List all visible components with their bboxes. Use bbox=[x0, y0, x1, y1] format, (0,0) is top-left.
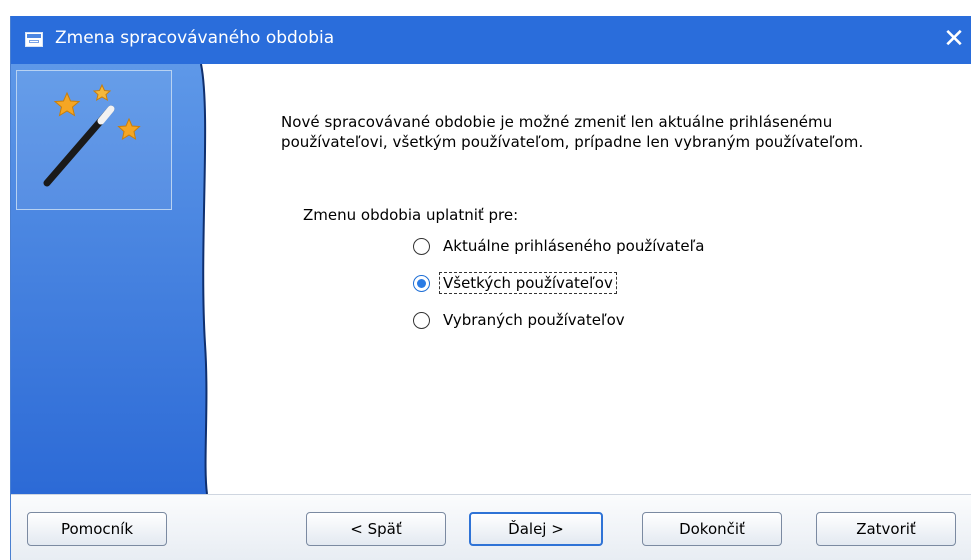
radio-all-users[interactable]: Všetkých používateľov bbox=[413, 271, 617, 295]
radio-label[interactable]: Aktuálne prihláseného používateľa bbox=[439, 235, 708, 257]
close-icon[interactable]: ✕ bbox=[937, 22, 971, 56]
radio-button[interactable] bbox=[413, 311, 430, 329]
radio-selected-users[interactable]: Vybraných používateľov bbox=[413, 308, 629, 332]
magic-wand-icon bbox=[16, 70, 172, 210]
radio-label[interactable]: Všetkých používateľov bbox=[439, 272, 617, 294]
description-line: Nové spracovávané obdobie je možné zmeni… bbox=[281, 113, 833, 131]
option-group-label: Zmenu obdobia uplatniť pre: bbox=[303, 206, 519, 224]
dialog-title: Zmena spracovávaného obdobia bbox=[55, 28, 335, 48]
back-button[interactable]: < Späť bbox=[306, 512, 446, 546]
button-bar: Pomocník < Späť Ďalej > Dokončiť Zatvori… bbox=[11, 495, 971, 560]
wizard-dialog: Zmena spracovávaného obdobia ✕ Nové spra… bbox=[10, 16, 971, 560]
radio-current-user[interactable]: Aktuálne prihláseného používateľa bbox=[413, 234, 708, 258]
wizard-side-panel bbox=[11, 63, 211, 495]
close-button[interactable]: Zatvoriť bbox=[816, 512, 956, 546]
next-button[interactable]: Ďalej > bbox=[469, 512, 603, 546]
description-line: používateľovi, všetkým používateľom, prí… bbox=[281, 133, 864, 151]
radio-label[interactable]: Vybraných používateľov bbox=[439, 309, 629, 331]
help-button[interactable]: Pomocník bbox=[27, 512, 167, 546]
description-text: Nové spracovávané obdobie je možné zmeni… bbox=[281, 112, 961, 152]
radio-button-selected[interactable] bbox=[413, 274, 430, 292]
title-bar[interactable]: Zmena spracovávaného obdobia ✕ bbox=[11, 16, 971, 64]
window-icon bbox=[25, 32, 43, 47]
radio-button[interactable] bbox=[413, 237, 430, 255]
finish-button[interactable]: Dokončiť bbox=[642, 512, 782, 546]
